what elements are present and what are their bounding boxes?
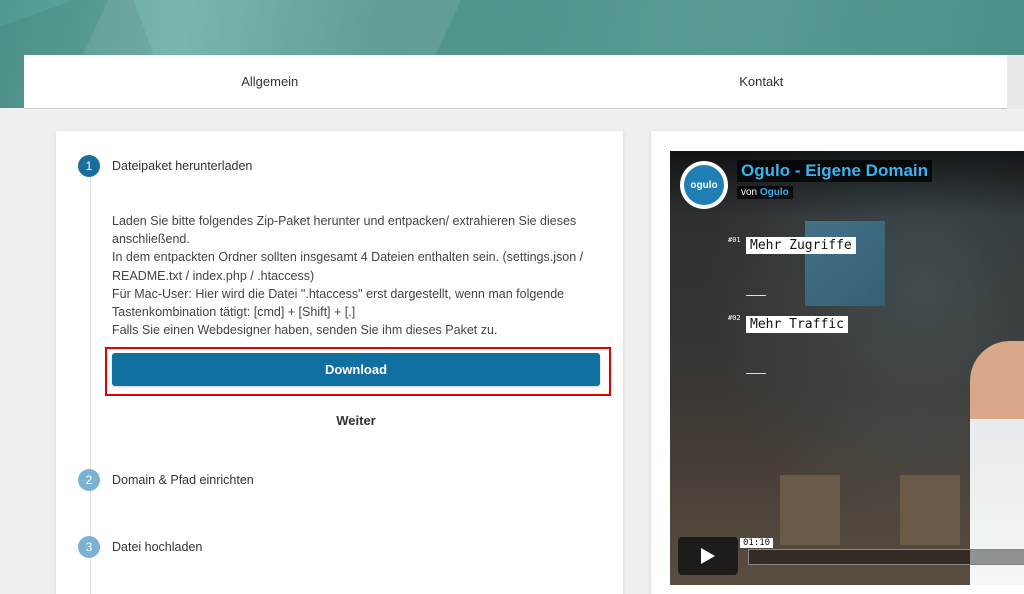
steps-card: 1 Dateipaket herunterladen Laden Sie bit…: [56, 131, 623, 594]
overlay-dash: [746, 373, 766, 374]
step-1-title: Dateipaket herunterladen: [112, 159, 253, 173]
tab-kontakt[interactable]: Kontakt: [516, 55, 1008, 108]
step-2-number: 2: [78, 469, 100, 491]
next-button[interactable]: Weiter: [112, 409, 600, 431]
stepper-line: [90, 177, 91, 594]
step-1-description: Laden Sie bitte folgendes Zip-Paket heru…: [112, 212, 607, 339]
channel-name[interactable]: Ogulo: [760, 187, 789, 198]
video-duration: 01:10: [740, 538, 774, 548]
channel-logo: ogulo: [684, 165, 724, 205]
step-3-number: 3: [78, 536, 100, 558]
description-line: In dem entpackten Ordner sollten insgesa…: [112, 250, 584, 283]
step-3-title: Datei hochladen: [112, 540, 203, 554]
description-line: Laden Sie bitte folgendes Zip-Paket heru…: [112, 214, 577, 247]
video-progress-bar[interactable]: [748, 549, 1024, 565]
tab-bar-edge: [1007, 55, 1024, 109]
description-line: Falls Sie einen Webdesigner haben, sende…: [112, 323, 498, 338]
download-button[interactable]: Download: [112, 353, 600, 386]
overlay-number: #01: [728, 236, 741, 244]
overlay-label: Mehr Zugriffe: [746, 237, 856, 254]
play-button[interactable]: [678, 537, 738, 575]
video-background-plant: [780, 475, 840, 545]
overlay-dash: [746, 295, 766, 296]
tab-allgemein[interactable]: Allgemein: [24, 55, 516, 108]
video-background-screen: [805, 221, 885, 306]
step-1-number: 1: [78, 155, 100, 177]
channel-avatar[interactable]: ogulo: [680, 161, 728, 209]
step-2[interactable]: 2 Domain & Pfad einrichten: [78, 469, 254, 491]
video-background-plant: [900, 475, 960, 545]
video-channel: von Ogulo: [737, 186, 793, 199]
video-card: ogulo Ogulo - Eigene Domain von Ogulo #0…: [651, 131, 1024, 594]
overlay-label: Mehr Traffic: [746, 316, 848, 333]
description-line: Für Mac-User: Hier wird die Datei ".htac…: [112, 286, 565, 320]
video-title[interactable]: Ogulo - Eigene Domain: [737, 160, 933, 182]
tab-bar: Allgemein Kontakt: [24, 55, 1007, 109]
step-1[interactable]: 1 Dateipaket herunterladen: [78, 155, 252, 177]
channel-prefix: von: [741, 187, 758, 198]
video-player[interactable]: ogulo Ogulo - Eigene Domain von Ogulo #0…: [670, 151, 1024, 585]
step-3[interactable]: 3 Datei hochladen: [78, 536, 202, 558]
overlay-number: #02: [728, 314, 741, 322]
step-2-title: Domain & Pfad einrichten: [112, 473, 254, 487]
play-icon: [701, 548, 715, 564]
